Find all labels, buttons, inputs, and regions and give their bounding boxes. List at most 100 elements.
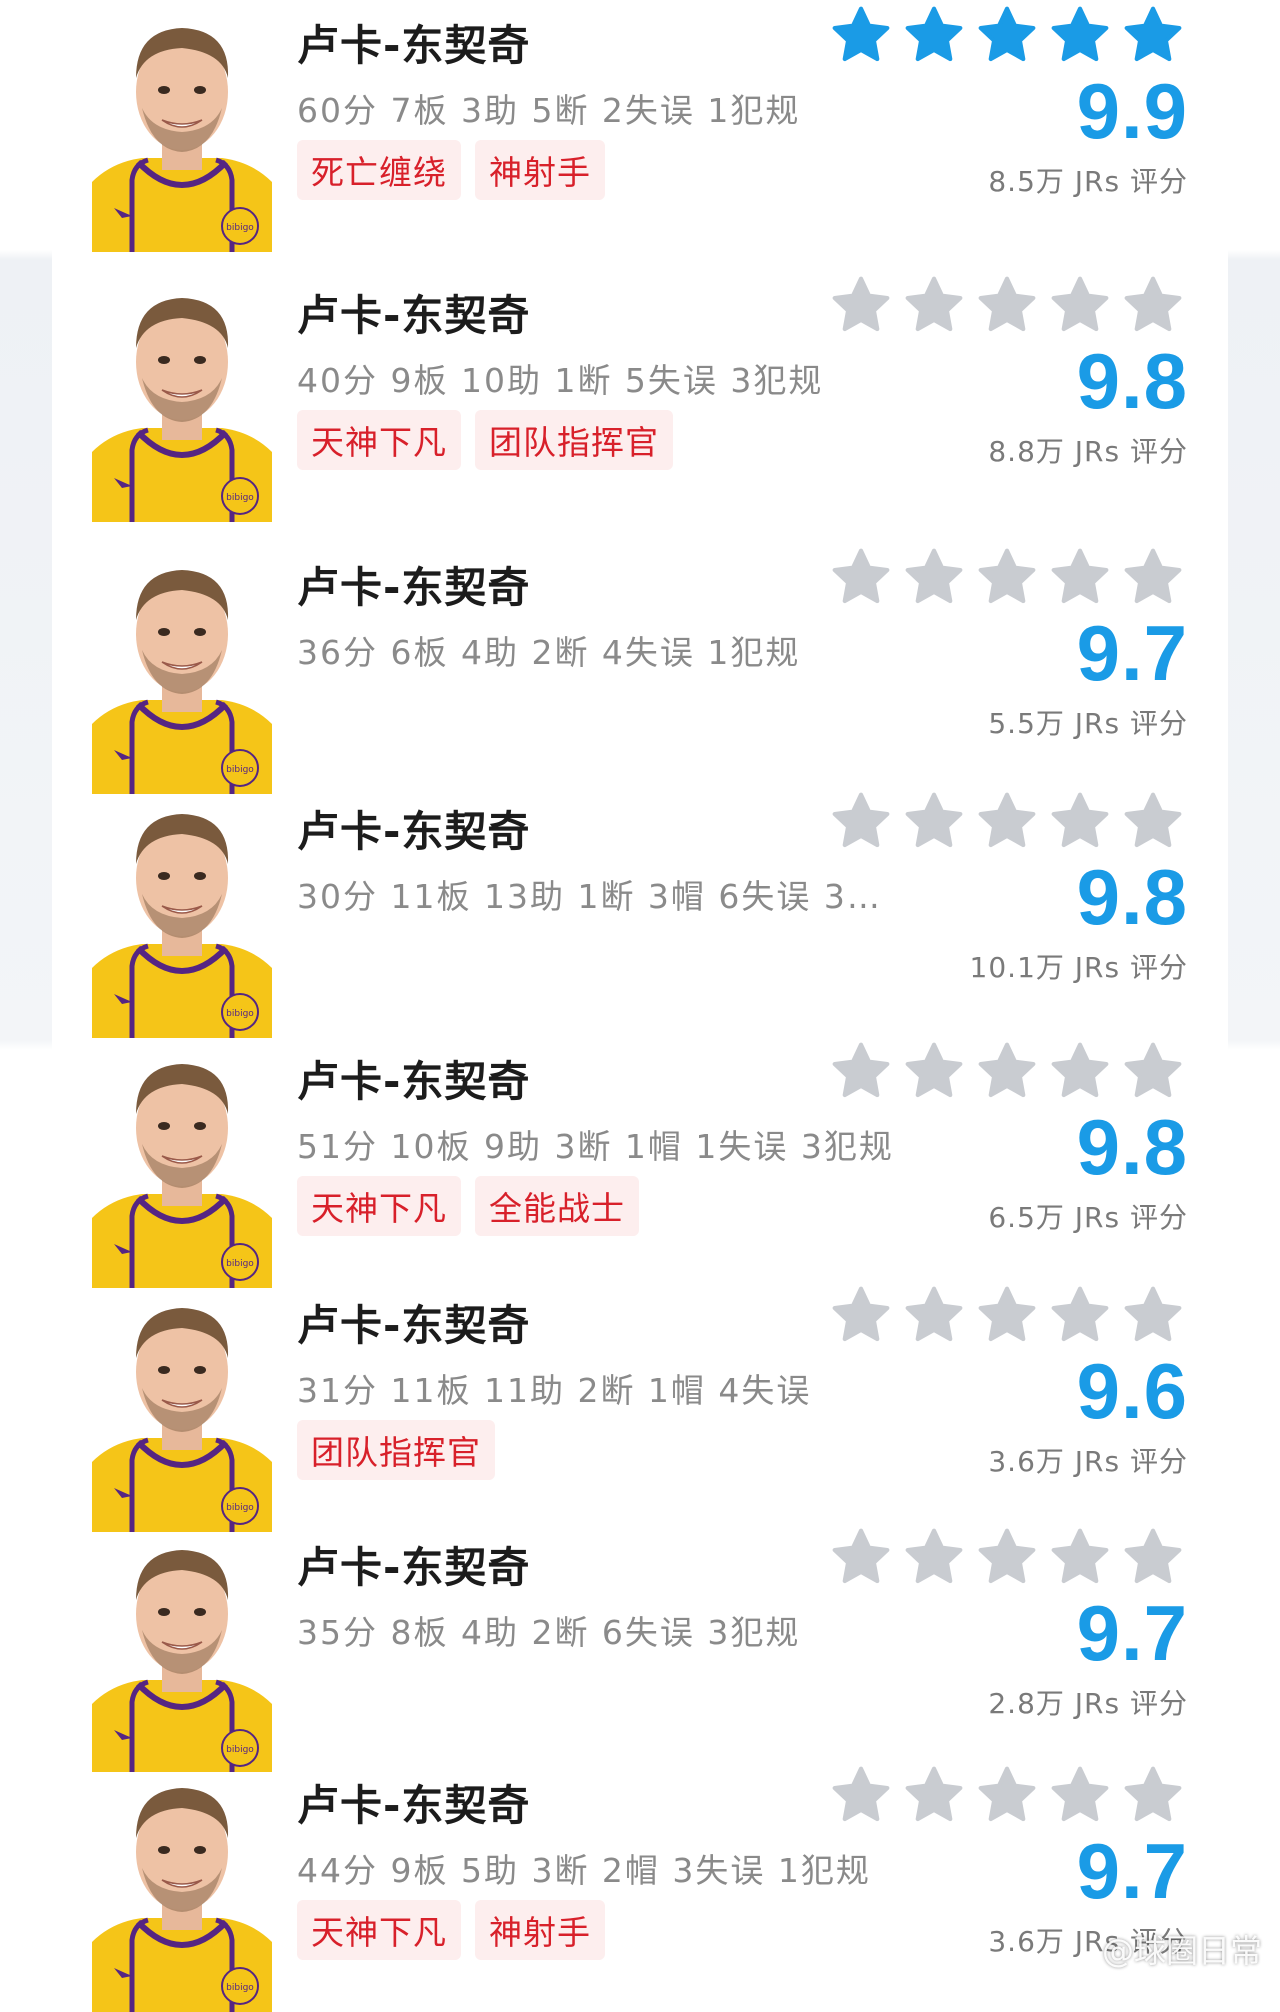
star-icon[interactable] <box>903 1040 965 1102</box>
player-rating-row[interactable]: bibigo 卢卡-东契奇 35分 8板 4助 2断 6失误 3犯规 9.7 2.8万 … <box>52 1522 1228 1774</box>
star-icon[interactable] <box>1122 546 1184 608</box>
star-icon[interactable] <box>903 1284 965 1346</box>
star-icon[interactable] <box>976 274 1038 336</box>
player-name: 卢卡-东契奇 <box>297 21 531 70</box>
honor-tag: 天神下凡 <box>297 410 461 470</box>
star-icon[interactable] <box>830 790 892 852</box>
player-rating-row[interactable]: bibigo 卢卡-东契奇 60分 7板 3助 5断 2失误 1犯规 死亡缠绕 神射手 9… <box>52 0 1228 270</box>
star-icon[interactable] <box>1049 790 1111 852</box>
star-icon[interactable] <box>1122 1764 1184 1826</box>
honor-tag: 死亡缠绕 <box>297 140 461 200</box>
player-avatar: bibigo <box>92 282 272 522</box>
star-icon[interactable] <box>1049 546 1111 608</box>
star-icon[interactable] <box>976 4 1038 66</box>
star-icon[interactable] <box>1122 1040 1184 1102</box>
star-icon[interactable] <box>1049 1284 1111 1346</box>
player-name: 卢卡-东契奇 <box>297 291 531 340</box>
star-rating[interactable] <box>830 1284 1184 1346</box>
rating-count: 8.5万 JRs 评分 <box>988 165 1188 198</box>
player-rating-row[interactable]: bibigo 卢卡-东契奇 31分 11板 11助 2断 1帽 4失误团队指挥官 9.… <box>52 1280 1228 1532</box>
svg-text:bibigo: bibigo <box>226 493 254 503</box>
honor-tag: 天神下凡 <box>297 1176 461 1236</box>
rating-score: 9.9 <box>1076 67 1188 155</box>
star-icon[interactable] <box>1049 274 1111 336</box>
star-icon[interactable] <box>1122 1526 1184 1588</box>
player-name: 卢卡-东契奇 <box>297 563 531 612</box>
rating-count: 10.1万 JRs 评分 <box>969 951 1188 984</box>
player-rating-row[interactable]: bibigo 卢卡-东契奇 44分 9板 5助 3断 2帽 3失误 1犯规 天神下凡神… <box>52 1760 1228 2012</box>
rating-score: 9.7 <box>1076 609 1188 697</box>
player-avatar: bibigo <box>92 1292 272 1532</box>
rating-score: 9.6 <box>1076 1347 1188 1435</box>
star-icon[interactable] <box>976 1526 1038 1588</box>
svg-text:bibigo: bibigo <box>226 1009 254 1019</box>
player-name: 卢卡-东契奇 <box>297 1781 531 1830</box>
star-icon[interactable] <box>976 546 1038 608</box>
star-icon[interactable] <box>1122 274 1184 336</box>
star-icon[interactable] <box>1122 1284 1184 1346</box>
star-icon[interactable] <box>1122 790 1184 852</box>
star-icon[interactable] <box>830 1764 892 1826</box>
star-icon[interactable] <box>903 790 965 852</box>
rating-count: 5.5万 JRs 评分 <box>988 707 1188 740</box>
svg-text:bibigo: bibigo <box>226 1745 254 1755</box>
player-rating-row[interactable]: bibigo 卢卡-东契奇 30分 11板 13助 1断 3帽 6失误 3… 9.8 1… <box>52 786 1228 1038</box>
star-icon[interactable] <box>976 790 1038 852</box>
player-stats: 35分 8板 4助 2断 6失误 3犯规 <box>297 1613 801 1652</box>
star-rating[interactable] <box>830 790 1184 852</box>
player-avatar: bibigo <box>92 12 272 252</box>
tag-list: 团队指挥官 <box>297 1420 495 1480</box>
star-rating[interactable] <box>830 4 1184 66</box>
star-icon[interactable] <box>830 1284 892 1346</box>
star-icon[interactable] <box>1122 4 1184 66</box>
star-icon[interactable] <box>903 1526 965 1588</box>
star-icon[interactable] <box>830 274 892 336</box>
star-icon[interactable] <box>976 1040 1038 1102</box>
star-rating[interactable] <box>830 1526 1184 1588</box>
star-icon[interactable] <box>903 546 965 608</box>
player-stats: 51分 10板 9助 3断 1帽 1失误 3犯规 <box>297 1127 894 1166</box>
player-name: 卢卡-东契奇 <box>297 1301 531 1350</box>
honor-tag: 神射手 <box>475 140 605 200</box>
rating-score: 9.8 <box>1076 853 1188 941</box>
honor-tag: 团队指挥官 <box>475 410 673 470</box>
rating-count: 8.8万 JRs 评分 <box>988 435 1188 468</box>
star-icon[interactable] <box>903 4 965 66</box>
star-icon[interactable] <box>976 1284 1038 1346</box>
star-icon[interactable] <box>1049 4 1111 66</box>
svg-text:bibigo: bibigo <box>226 223 254 233</box>
honor-tag: 神射手 <box>475 1900 605 1960</box>
watermark: @球圈日常 <box>1101 1932 1262 1970</box>
player-rating-row[interactable]: bibigo 卢卡-东契奇 40分 9板 10助 1断 5失误 3犯规 天神下凡 团队指… <box>52 270 1228 542</box>
rating-count: 3.6万 JRs 评分 <box>988 1445 1188 1478</box>
background-panel-right <box>1228 0 1280 1986</box>
player-rating-row[interactable]: bibigo 卢卡-东契奇 51分 10板 9助 3断 1帽 1失误 3犯规天神下凡… <box>52 1036 1228 1288</box>
player-avatar: bibigo <box>92 554 272 794</box>
star-icon[interactable] <box>903 1764 965 1826</box>
star-icon[interactable] <box>976 1764 1038 1826</box>
star-rating[interactable] <box>830 1040 1184 1102</box>
star-rating[interactable] <box>830 274 1184 336</box>
star-icon[interactable] <box>830 546 892 608</box>
honor-tag: 团队指挥官 <box>297 1420 495 1480</box>
star-icon[interactable] <box>830 1526 892 1588</box>
player-stats: 30分 11板 13助 1断 3帽 6失误 3… <box>297 877 882 916</box>
player-stats: 31分 11板 11助 2断 1帽 4失误 <box>297 1371 812 1410</box>
star-rating[interactable] <box>830 1764 1184 1826</box>
star-icon[interactable] <box>1049 1526 1111 1588</box>
player-avatar: bibigo <box>92 1048 272 1288</box>
star-icon[interactable] <box>1049 1764 1111 1826</box>
star-icon[interactable] <box>903 274 965 336</box>
rating-score: 9.8 <box>1076 1103 1188 1191</box>
svg-text:bibigo: bibigo <box>226 765 254 775</box>
rating-score: 9.7 <box>1076 1827 1188 1915</box>
rating-count: 2.8万 JRs 评分 <box>988 1687 1188 1720</box>
background-panel-left <box>0 0 52 1986</box>
star-rating[interactable] <box>830 546 1184 608</box>
player-name: 卢卡-东契奇 <box>297 1057 531 1106</box>
star-icon[interactable] <box>830 1040 892 1102</box>
star-icon[interactable] <box>830 4 892 66</box>
player-avatar: bibigo <box>92 1772 272 2012</box>
player-rating-row[interactable]: bibigo 卢卡-东契奇 36分 6板 4助 2断 4失误 1犯规 9.7 5.5万 … <box>52 542 1228 794</box>
star-icon[interactable] <box>1049 1040 1111 1102</box>
